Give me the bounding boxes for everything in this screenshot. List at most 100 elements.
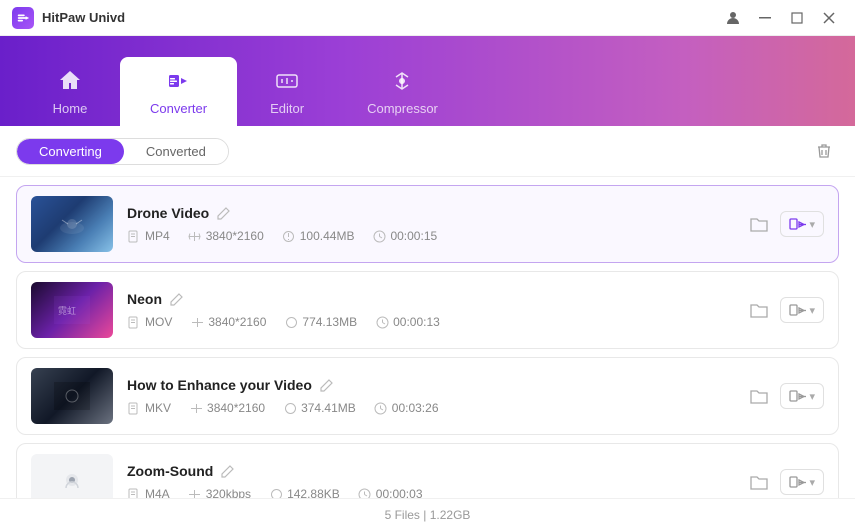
list-item: 霓虹 Neon [16,271,839,349]
file-meta: MKV 3840*2160 [127,401,744,415]
file-thumbnail [31,368,113,424]
file-meta: MP4 3840*2160 [127,229,744,243]
meta-duration: 00:00:03 [358,487,423,498]
file-icon [127,315,141,329]
file-name-row: How to Enhance your Video [127,377,744,393]
minimize-button[interactable] [751,4,779,32]
convert-dropdown[interactable]: ▾ [780,211,824,237]
file-thumbnail [31,196,113,252]
open-folder-button[interactable] [744,467,774,497]
file-name-row: Zoom-Sound [127,463,744,479]
file-actions: ▾ [744,295,824,325]
file-actions: ▾ [744,467,824,497]
clock-icon [358,487,372,498]
edit-icon[interactable] [320,378,334,392]
meta-size: 100.44MB [282,229,355,243]
file-meta: M4A 320kbps [127,487,744,498]
meta-duration-value: 00:00:03 [376,487,423,498]
file-icon [127,229,141,243]
nav-bar: Home Converter Editor Compressor [0,36,855,126]
meta-format: MKV [127,401,171,415]
size-icon [269,487,283,498]
meta-duration: 00:00:13 [375,315,440,329]
convert-dropdown[interactable]: ▾ [780,469,824,495]
convert-dropdown-arrow: ▾ [809,218,815,231]
meta-resolution-value: 3840*2160 [208,315,266,329]
nav-label-converter: Converter [150,101,207,116]
title-bar-controls [719,4,843,32]
nav-label-compressor: Compressor [367,101,438,116]
edit-icon[interactable] [221,464,235,478]
nav-item-editor[interactable]: Editor [237,57,337,126]
meta-resolution: 320kbps [188,487,251,498]
file-icon [127,487,141,498]
clock-icon [372,229,386,243]
meta-size-value: 142.88KB [287,487,340,498]
nav-label-home: Home [53,101,88,116]
resolution-icon [188,487,202,498]
meta-format: M4A [127,487,170,498]
delete-all-button[interactable] [809,136,839,166]
list-item: Zoom-Sound M4A [16,443,839,498]
file-info: Zoom-Sound M4A [127,463,744,498]
meta-resolution-value: 320kbps [206,487,251,498]
nav-label-editor: Editor [270,101,304,116]
footer-status: 5 Files | 1.22GB [385,508,471,522]
clock-icon [374,401,388,415]
meta-size-value: 374.41MB [301,401,356,415]
size-icon [282,229,296,243]
file-actions: ▾ [744,209,824,239]
tab-converting[interactable]: Converting [17,139,124,164]
meta-duration: 00:00:15 [372,229,437,243]
list-item: How to Enhance your Video [16,357,839,435]
convert-dropdown-arrow: ▾ [809,390,815,403]
file-name: How to Enhance your Video [127,377,312,393]
open-folder-button[interactable] [744,209,774,239]
resolution-icon [189,401,203,415]
account-button[interactable] [719,4,747,32]
meta-format: MOV [127,315,172,329]
resolution-icon [190,315,204,329]
edit-icon[interactable] [170,292,184,306]
meta-duration-value: 00:00:15 [390,229,437,243]
file-thumbnail: 霓虹 [31,282,113,338]
file-info: Neon MOV [127,291,744,329]
title-bar: HitPaw Univd [0,0,855,36]
close-button[interactable] [815,4,843,32]
convert-dropdown[interactable]: ▾ [780,297,824,323]
nav-item-compressor[interactable]: Compressor [337,57,468,126]
meta-resolution: 3840*2160 [190,315,266,329]
tab-bar: Converting Converted [0,126,855,177]
meta-format-value: M4A [145,487,170,498]
file-name: Neon [127,291,162,307]
file-name: Zoom-Sound [127,463,213,479]
open-folder-button[interactable] [744,381,774,411]
meta-size: 142.88KB [269,487,340,498]
nav-item-home[interactable]: Home [20,57,120,126]
app-logo [12,7,34,29]
clock-icon [375,315,389,329]
file-name: Drone Video [127,205,209,221]
meta-format-value: MKV [145,401,171,415]
edit-icon[interactable] [217,206,231,220]
convert-dropdown[interactable]: ▾ [780,383,824,409]
meta-resolution: 3840*2160 [188,229,264,243]
title-bar-left: HitPaw Univd [12,7,125,29]
meta-format-value: MP4 [145,229,170,243]
file-thumbnail [31,454,113,498]
meta-duration: 00:03:26 [374,401,439,415]
convert-dropdown-arrow: ▾ [809,304,815,317]
footer: 5 Files | 1.22GB [0,498,855,530]
meta-size: 374.41MB [283,401,356,415]
file-meta: MOV 3840*2160 [127,315,744,329]
meta-duration-value: 00:00:13 [393,315,440,329]
meta-resolution: 3840*2160 [189,401,265,415]
meta-format-value: MOV [145,315,172,329]
file-info: Drone Video [127,205,744,243]
restore-button[interactable] [783,4,811,32]
file-actions: ▾ [744,381,824,411]
open-folder-button[interactable] [744,295,774,325]
nav-item-converter[interactable]: Converter [120,57,237,126]
resolution-icon [188,229,202,243]
tab-converted[interactable]: Converted [124,139,228,164]
